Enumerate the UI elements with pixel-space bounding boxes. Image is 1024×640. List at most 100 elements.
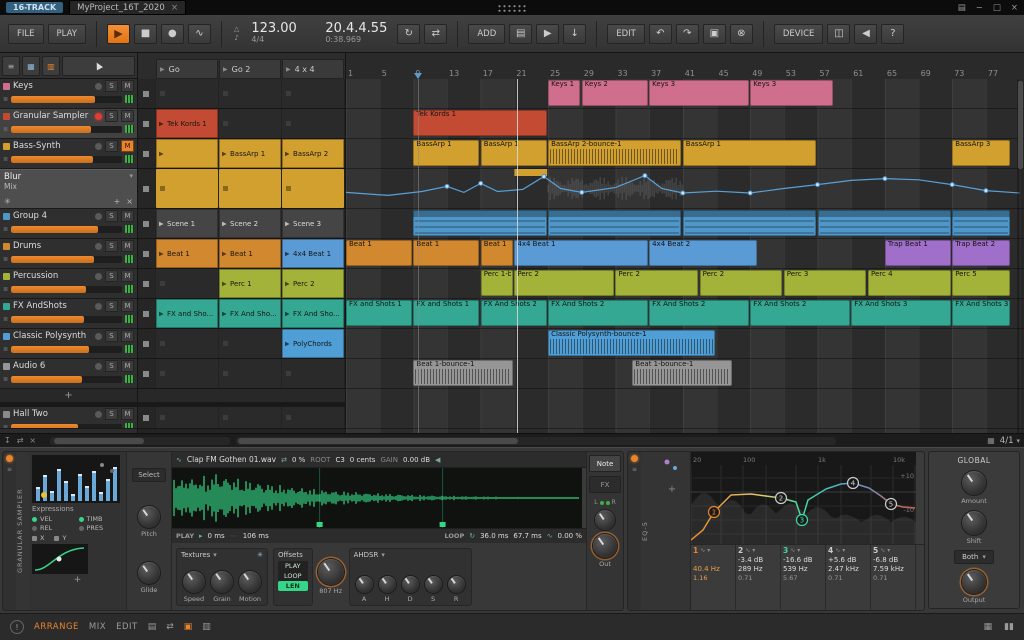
arranger-clip[interactable]: Keys 1 [548, 80, 581, 106]
clip-slot[interactable]: ▶ FX And Sho... [282, 299, 344, 328]
arranger-clip[interactable]: FX and Shots 1 [346, 300, 412, 326]
record-button[interactable]: ● [160, 23, 184, 44]
view-arrange[interactable]: ARRANGE [34, 622, 79, 632]
root-note[interactable]: C3 [335, 456, 344, 464]
grid-resolution[interactable]: 4/1 ▾ [1000, 436, 1020, 446]
env-r-knob[interactable] [447, 575, 465, 593]
env-a-knob[interactable] [355, 575, 373, 593]
speed-knob[interactable] [183, 570, 205, 593]
env-s-knob[interactable] [424, 575, 442, 593]
record-arm-button[interactable] [95, 212, 102, 220]
piano-keyboard-icon[interactable]: ▦ [984, 622, 993, 632]
view-mix[interactable]: MIX [89, 622, 106, 632]
band-gain[interactable]: -6.8 dB [873, 556, 913, 564]
track-keys[interactable]: Keys S M ≣ [0, 79, 137, 109]
arranger-clip[interactable] [817, 210, 951, 236]
arranger-clip[interactable]: 4x4 Beat 2 [649, 240, 758, 266]
clip-slot[interactable]: ▶ Scene 3 [282, 209, 344, 238]
volume-slider[interactable] [11, 155, 122, 163]
motion-knob[interactable] [239, 570, 262, 593]
arranger-vscrollbar[interactable] [1017, 79, 1024, 433]
track-stop-button[interactable] [138, 169, 155, 208]
arranger-clip[interactable] [952, 210, 1010, 236]
device-menu-icon[interactable]: ≡ [7, 466, 12, 473]
help-button[interactable]: ? [881, 23, 905, 44]
record-arm-button[interactable] [95, 332, 102, 340]
time-signature[interactable]: 4/4 [251, 35, 309, 44]
track-stop-button[interactable] [138, 329, 155, 358]
chevron-down-icon[interactable]: ▾ [752, 547, 755, 554]
solo-button[interactable]: S [105, 300, 118, 312]
arranger-clip[interactable]: Perc 2 [615, 270, 699, 296]
clip-slot[interactable]: ▶ Scene 2 [219, 209, 281, 238]
solo-button[interactable]: S [105, 210, 118, 222]
granular-sampler-device[interactable]: ≡ GRANULAR SAMPLER Expressions VEL TIMB RE… [2, 451, 624, 611]
track-granular-sampler[interactable]: Granular Sampler S M ≣ [0, 109, 137, 139]
arranger-clip[interactable]: Classic Polysynth-bounce-1 [548, 330, 715, 356]
empty-clip-slot[interactable] [156, 329, 218, 358]
close-window-icon[interactable]: × [1011, 3, 1018, 13]
eq-band-5[interactable]: 5 ∿ ▾ -6.8 dB 7.59 kHz 0.71 [871, 545, 916, 610]
scene-header-go-2[interactable]: ▶ Go 2 [219, 59, 281, 79]
record-arm-button[interactable] [95, 410, 102, 418]
maximize-icon[interactable]: □ [993, 3, 1001, 13]
out-knob[interactable] [593, 534, 617, 558]
scrollbar-thumb[interactable] [54, 437, 145, 444]
chevron-down-icon[interactable]: ▾ [129, 172, 133, 197]
punch-button[interactable]: ⇄ [424, 23, 448, 44]
band-freq[interactable]: 2.47 kHz [828, 565, 868, 573]
time-value[interactable]: 0:38.969 [325, 35, 387, 44]
track-bass-synth[interactable]: Bass-Synth S M ≣ [0, 139, 137, 169]
empty-clip-slot[interactable] [219, 79, 281, 108]
edit-menu-button[interactable]: EDIT [607, 23, 645, 44]
eq-band-4[interactable]: 4 ∿ ▾ +5.6 dB 2.47 kHz 0.71 [826, 545, 871, 610]
glide-curve-display[interactable] [32, 544, 88, 574]
volume-slider[interactable] [11, 95, 122, 103]
filter-freq-value[interactable]: 807 Hz [319, 587, 342, 595]
loop-mode-icon[interactable]: ↻ [469, 532, 475, 540]
eq5-device[interactable]: ≡ EQ-5 + 1 2 3 4 5 20 100 1k 10k +10 -10 [627, 451, 925, 611]
track-stop-button[interactable] [138, 139, 155, 168]
clip-slot[interactable]: ▶ BassArp 2 [282, 139, 344, 168]
track-stop-button[interactable] [138, 209, 155, 238]
clip-slot[interactable]: ▶ Perc 2 [282, 269, 344, 298]
band-gain[interactable]: +5.6 dB [828, 556, 868, 564]
track-stop-button[interactable] [138, 359, 155, 388]
clip-slot[interactable]: ▶ 4x4 Beat 1 [282, 239, 344, 268]
notification-icon[interactable]: ! [10, 620, 24, 634]
play-menu-button[interactable]: PLAY [47, 23, 86, 44]
duplicate-button[interactable]: ▣ [702, 23, 726, 44]
display-profile-icon[interactable]: ▣ [184, 622, 193, 632]
add-expression-button[interactable]: + [32, 576, 123, 585]
mute-button[interactable]: M [121, 140, 134, 152]
arranger-clip[interactable]: FX And Shots 3 [952, 300, 1010, 326]
meter-bridge-icon[interactable]: ▮▮ [1004, 622, 1014, 632]
volume-slider[interactable] [11, 375, 122, 383]
amount-knob[interactable] [961, 470, 986, 495]
pointer-tool-button[interactable]: ▲ [62, 56, 135, 76]
scene-play-icon[interactable]: ▶ [223, 66, 228, 73]
mute-button[interactable]: M [121, 408, 134, 420]
sample-file-name[interactable]: Clap FM Gothen 01.wav [187, 455, 276, 464]
workspace-badge[interactable]: 16-TRACK [6, 2, 64, 13]
band-freq[interactable]: 40.4 Hz [693, 565, 733, 573]
mute-button[interactable]: M [121, 270, 134, 282]
filter-type-icon[interactable]: ∿ [835, 547, 840, 554]
expression-rel[interactable]: REL [32, 524, 77, 532]
volume-slider[interactable] [11, 125, 122, 133]
arranger-scrollbar[interactable] [236, 436, 837, 445]
track-group-4[interactable]: Group 4 S M ≣ [0, 209, 137, 239]
clip-slot[interactable]: ▶ Scene 1 [156, 209, 218, 238]
arranger-clip[interactable] [682, 210, 816, 236]
arranger-clip[interactable]: BassArp 3 [952, 140, 1010, 166]
arranger-clip[interactable]: BassArp 1 [413, 140, 480, 166]
output-knob[interactable] [962, 570, 986, 594]
add-fx-track-icon[interactable]: ↓ [563, 23, 587, 44]
io-menu-icon[interactable]: ≡ [2, 56, 20, 76]
grid-settings-icon[interactable]: ▦ [987, 436, 995, 445]
scene-play-icon[interactable]: ▶ [160, 66, 165, 73]
arranger-clip[interactable]: FX and Shots 1 [413, 300, 480, 326]
mode-select[interactable]: Both ▾ [954, 550, 994, 565]
empty-clip-slot[interactable] [156, 269, 218, 298]
chevron-down-icon[interactable]: ▾ [797, 547, 800, 554]
